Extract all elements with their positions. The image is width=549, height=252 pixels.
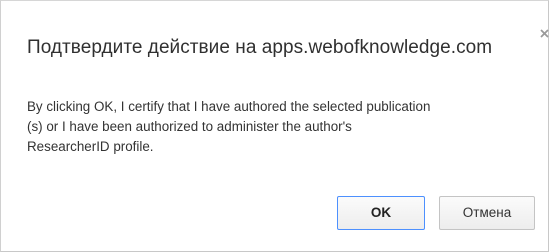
ok-button[interactable]: OK — [337, 196, 425, 230]
dialog-title: Подтвердите действие на apps.webofknowle… — [27, 37, 493, 58]
message-line: (s) or I have been authorized to adminis… — [27, 119, 352, 134]
dialog-message: By clicking OK, I certify that I have au… — [27, 97, 542, 157]
message-line: By clicking OK, I certify that I have au… — [27, 99, 431, 114]
message-line: ResearcherID profile. — [27, 139, 154, 154]
close-icon[interactable] — [539, 27, 549, 39]
cancel-button[interactable]: Отмена — [439, 196, 535, 230]
confirm-dialog: Подтвердите действие на apps.webofknowle… — [0, 0, 549, 252]
